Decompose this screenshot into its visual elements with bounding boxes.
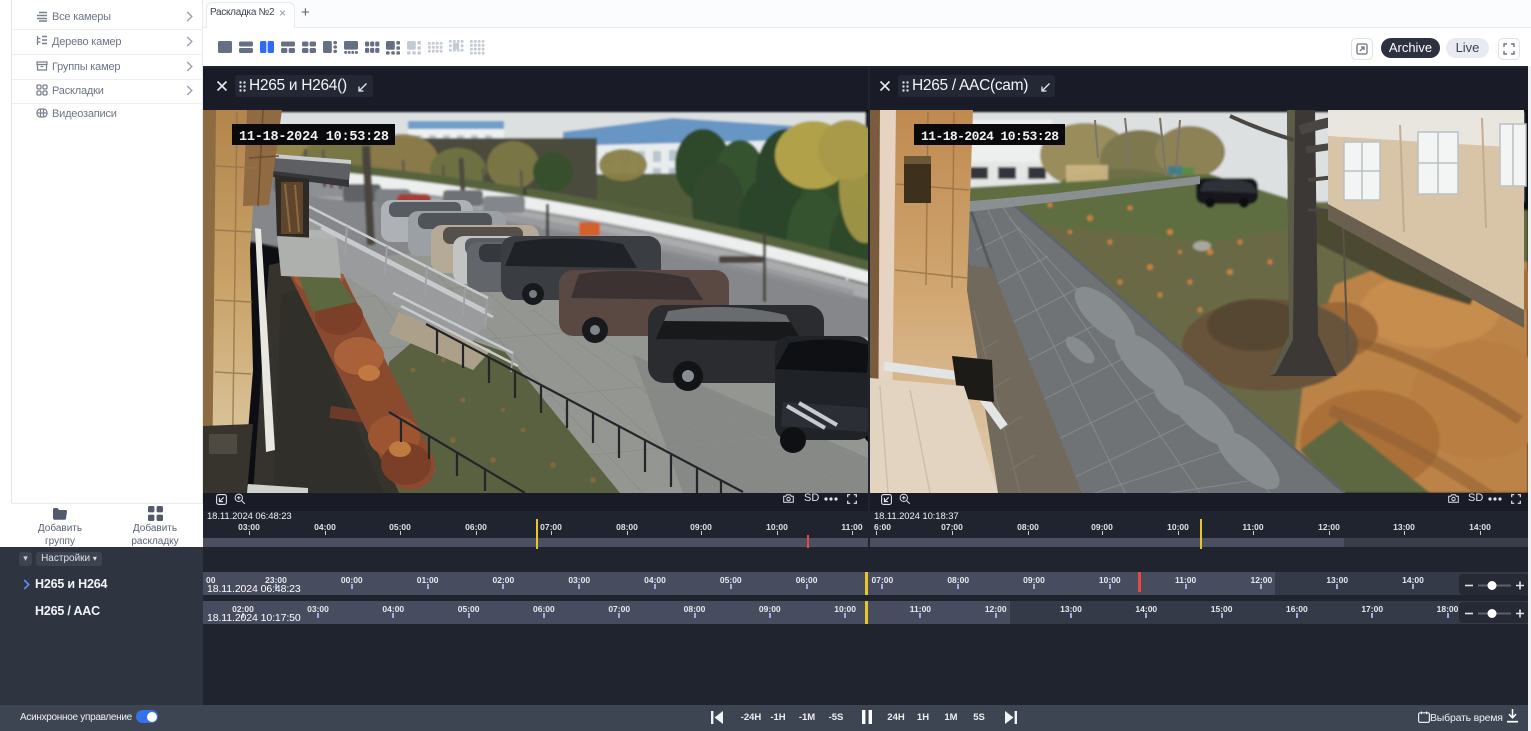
svg-text:11-18-2024 10:53:28: 11-18-2024 10:53:28 xyxy=(239,130,389,145)
svg-text:11-18-2024 10:53:28: 11-18-2024 10:53:28 xyxy=(921,129,1059,144)
